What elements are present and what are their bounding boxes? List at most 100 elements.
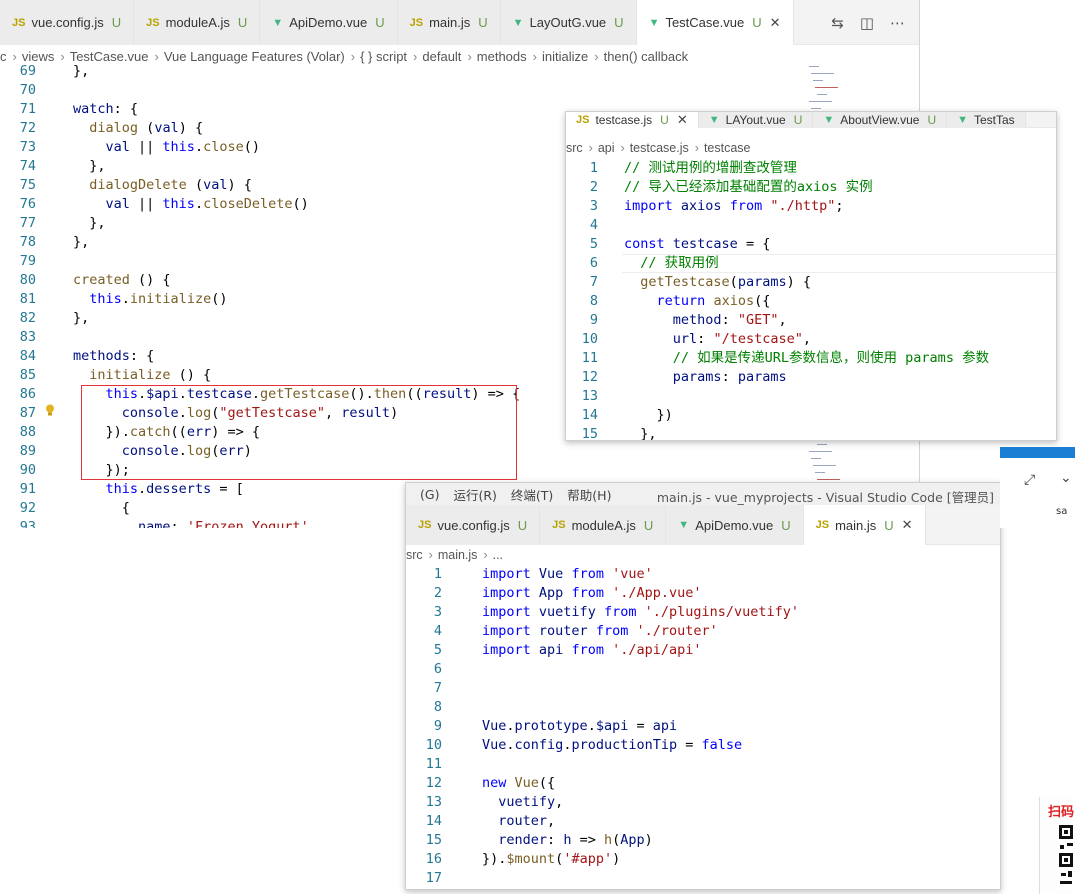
tab-testcase-vue[interactable]: ▼ TestCase.vue U ✕ (636, 0, 794, 45)
code-text[interactable]: // 测试用例的增删查改管理 (624, 159, 797, 178)
breadcrumb-item[interactable]: testcase (704, 141, 751, 155)
code-text[interactable]: // 获取用例 (624, 254, 718, 273)
code-text[interactable]: console.log("getTestcase", result) (73, 404, 398, 423)
line-number: 88 (19, 424, 36, 440)
tab-apidemo-vue[interactable]: ▼ ApiDemo.vue U (666, 505, 804, 545)
code-text[interactable]: }, (73, 233, 89, 252)
chevron-down-icon[interactable]: ⌄ (1060, 470, 1072, 486)
code-text[interactable]: url: "/testcase", (624, 330, 811, 349)
code-text[interactable]: }).catch((err) => { (73, 423, 260, 442)
line-number: 71 (19, 101, 36, 117)
code-text[interactable]: Vue.config.productionTip = false (482, 736, 742, 755)
tab-aboutview-vue[interactable]: ▼ AboutView.vue U (813, 112, 948, 128)
tab-vue-config-js[interactable]: JS vue.config.js U (0, 0, 135, 45)
code-text[interactable]: render: h => h(App) (482, 831, 653, 850)
code-text[interactable]: vuetify, (482, 793, 563, 812)
breadcrumb-item[interactable]: src (406, 548, 423, 562)
close-icon[interactable]: ✕ (677, 112, 688, 128)
code-text[interactable]: params: params (624, 368, 787, 387)
line-number: 82 (19, 310, 36, 326)
code-text[interactable]: }) (624, 406, 673, 425)
code-text[interactable]: const testcase = { (624, 235, 770, 254)
code-text[interactable]: }, (73, 214, 105, 233)
breadcrumb-item[interactable]: initialize (542, 49, 588, 64)
code-text[interactable]: getTestcase(params) { (624, 273, 811, 292)
code-text[interactable]: { (73, 499, 130, 518)
breadcrumb-item[interactable]: Vue Language Features (Volar) (164, 49, 345, 64)
breadcrumb-item[interactable]: main.js (438, 548, 478, 562)
line-number: 13 (581, 388, 598, 404)
breadcrumb-item[interactable]: testcase.js (630, 141, 689, 155)
menu-item[interactable]: 帮助(H) (567, 485, 611, 504)
tab-layoutg-vue[interactable]: ▼ LayOutG.vue U (500, 0, 637, 45)
code-text[interactable]: Vue.prototype.$api = api (482, 717, 677, 736)
breadcrumb-item[interactable]: src (566, 141, 583, 155)
code-text[interactable]: this.initialize() (73, 290, 227, 309)
code-text[interactable]: import Vue from 'vue' (482, 565, 653, 584)
code-text[interactable]: created () { (73, 271, 171, 290)
chevron-right-icon: › (483, 548, 488, 562)
breadcrumb-item[interactable]: methods (477, 49, 527, 64)
code-text[interactable]: import axios from "./http"; (624, 197, 844, 216)
tab-testcase-js[interactable]: JS testcase.js U ✕ (566, 112, 699, 128)
code-text[interactable]: new Vue({ (482, 774, 555, 793)
line-number: 14 (581, 407, 598, 423)
code-text[interactable]: router, (482, 812, 555, 831)
breadcrumb-item[interactable]: ... (493, 548, 503, 562)
breadcrumb-item[interactable]: then() callback (604, 49, 689, 64)
breadcrumb-item[interactable]: api (598, 141, 615, 155)
compare-changes-icon[interactable]: ⇆ (831, 14, 844, 32)
breadcrumb-item[interactable]: default (422, 49, 461, 64)
breadcrumb-item[interactable]: { } script (360, 49, 407, 64)
tab-label: vue.config.js (437, 517, 510, 533)
tab-vue-config-js[interactable]: JS vue.config.js U (406, 505, 541, 545)
more-actions-icon[interactable]: ⋯ (890, 14, 905, 32)
tab-apidemo-vue[interactable]: ▼ ApiDemo.vue U (260, 0, 398, 45)
tab-layout-vue[interactable]: ▼ LAYout.vue U (698, 112, 814, 128)
expand-icon[interactable]: ⤢ (1024, 472, 1035, 488)
lightbulb-icon[interactable] (45, 404, 55, 417)
code-text[interactable]: this.desserts = [ (73, 480, 244, 499)
code-text[interactable]: import router from './router' (482, 622, 718, 641)
code-text[interactable]: console.log(err) (73, 442, 252, 461)
code-text[interactable]: import api from './api/api' (482, 641, 702, 660)
mainjs-code-editor[interactable]: 1 import Vue from 'vue' 2 import App from '… (406, 565, 1000, 889)
tab-testtas[interactable]: ▼ TestTas (947, 112, 1026, 128)
code-text[interactable]: name: 'Frozen Yogurt', (73, 518, 317, 528)
code-text[interactable]: }, (624, 425, 656, 440)
code-text[interactable]: this.$api.testcase.getTestcase().then((r… (73, 385, 521, 404)
code-text[interactable]: import vuetify from './plugins/vuetify' (482, 603, 799, 622)
code-text[interactable]: watch: { (73, 100, 138, 119)
code-text[interactable]: dialog (val) { (73, 119, 203, 138)
vue-file-icon: ▼ (957, 114, 968, 126)
tab-modulea-js[interactable]: JS moduleA.js U (134, 0, 261, 45)
code-text[interactable]: val || this.closeDelete() (73, 195, 309, 214)
code-text[interactable]: return axios({ (624, 292, 771, 311)
close-icon[interactable]: ✕ (770, 15, 781, 31)
code-text[interactable]: }, (73, 309, 89, 328)
testcase-code-editor[interactable]: 1 // 测试用例的增删查改管理 2 // 导入已经添加基础配置的axios 实例 3 i… (566, 159, 1056, 440)
mainjs-tab-bar: JS vue.config.js U JS moduleA.js U ▼ ApiDemo.vu… (406, 505, 1000, 545)
menu-item[interactable]: 终端(T) (511, 485, 553, 504)
tab-main-js[interactable]: JS main.js U (397, 0, 501, 45)
code-text[interactable]: import App from './App.vue' (482, 584, 702, 603)
menu-item[interactable]: (G) (420, 487, 439, 502)
code-text[interactable]: initialize () { (73, 366, 211, 385)
code-text[interactable]: methods: { (73, 347, 154, 366)
code-text[interactable]: // 导入已经添加基础配置的axios 实例 (624, 178, 873, 197)
code-text[interactable]: // 如果是传递URL参数信息，则使用 params 参数 (624, 349, 989, 368)
close-icon[interactable]: ✕ (902, 517, 913, 533)
line-number: 78 (19, 234, 36, 250)
code-text[interactable]: method: "GET", (624, 311, 787, 330)
tab-main-js[interactable]: JS main.js U ✕ (803, 505, 926, 545)
menu-item[interactable]: 运行(R) (453, 485, 496, 504)
split-editor-icon[interactable]: ◫ (860, 14, 874, 32)
minimap-line (809, 66, 819, 67)
code-text[interactable]: }, (73, 157, 105, 176)
tab-modulea-js[interactable]: JS moduleA.js U (540, 505, 667, 545)
code-text[interactable]: }, (73, 62, 89, 81)
code-text[interactable]: }).$mount('#app') (482, 850, 620, 869)
code-text[interactable]: dialogDelete (val) { (73, 176, 252, 195)
code-text[interactable]: }); (73, 461, 130, 480)
code-text[interactable]: val || this.close() (73, 138, 260, 157)
